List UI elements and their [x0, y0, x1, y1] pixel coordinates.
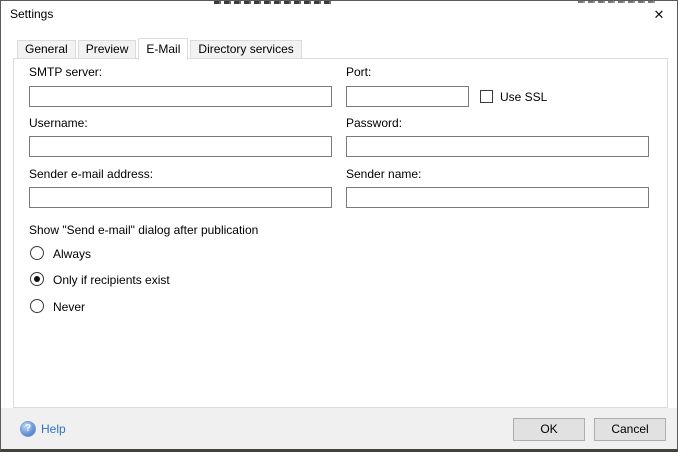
- radio-never[interactable]: [30, 299, 44, 313]
- username-input[interactable]: [29, 136, 332, 157]
- tab-email[interactable]: E-Mail: [138, 38, 188, 60]
- cancel-button[interactable]: Cancel: [594, 418, 666, 441]
- tab-directory-services[interactable]: Directory services: [190, 40, 301, 59]
- sender-name-input[interactable]: [346, 187, 649, 208]
- password-input[interactable]: [346, 136, 649, 157]
- sender-email-label: Sender e-mail address:: [29, 167, 153, 181]
- sender-email-input[interactable]: [29, 187, 332, 208]
- settings-dialog: Settings ✕ General Preview E-Mail Direct…: [0, 0, 678, 452]
- password-label: Password:: [346, 116, 402, 130]
- dialog-footer: ? Help OK Cancel: [1, 408, 677, 449]
- email-tab-panel: SMTP server: Port: Use SSL Username: Pas…: [13, 58, 668, 408]
- port-input[interactable]: [346, 86, 469, 107]
- sender-name-label: Sender name:: [346, 167, 421, 181]
- smtp-server-label: SMTP server:: [29, 65, 102, 79]
- port-label: Port:: [346, 65, 371, 79]
- help-link-label: Help: [41, 422, 66, 436]
- help-link[interactable]: ? Help: [20, 421, 66, 437]
- tab-bar: General Preview E-Mail Directory service…: [17, 38, 304, 60]
- radio-only-if-recipients-exist-label[interactable]: Only if recipients exist: [53, 273, 170, 287]
- username-label: Username:: [29, 116, 88, 130]
- background-window-artifact: [214, 1, 333, 4]
- smtp-server-input[interactable]: [29, 86, 332, 107]
- close-icon[interactable]: ✕: [647, 5, 671, 25]
- use-ssl-label: Use SSL: [500, 90, 547, 104]
- dialog-title: Settings: [10, 7, 53, 21]
- tab-general[interactable]: General: [17, 40, 76, 59]
- radio-never-label[interactable]: Never: [53, 300, 85, 314]
- background-window-artifact: [578, 1, 656, 3]
- help-icon: ?: [20, 421, 36, 437]
- radio-always[interactable]: [30, 246, 44, 260]
- ok-button[interactable]: OK: [513, 418, 585, 441]
- tab-preview[interactable]: Preview: [78, 40, 137, 59]
- use-ssl-checkbox[interactable]: [480, 90, 493, 103]
- radio-always-label[interactable]: Always: [53, 247, 91, 261]
- send-dialog-group-label: Show "Send e-mail" dialog after publicat…: [29, 223, 258, 237]
- radio-only-if-recipients-exist[interactable]: [30, 272, 44, 286]
